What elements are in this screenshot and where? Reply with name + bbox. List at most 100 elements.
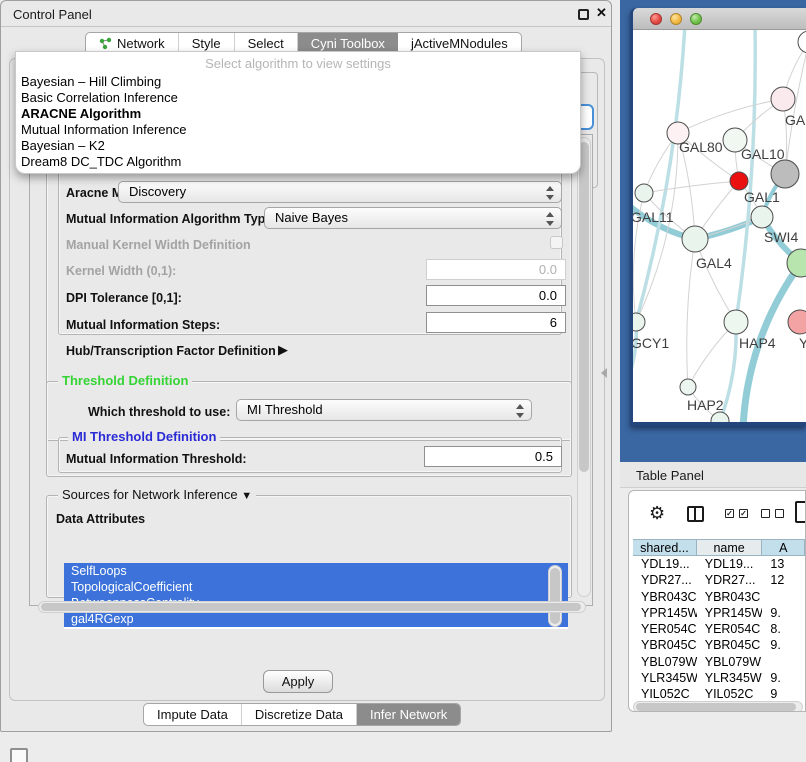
bottom-tab-impute-data[interactable]: Impute Data — [144, 704, 242, 725]
select-all-checkbox-icon[interactable]: ✓ — [739, 509, 748, 518]
select-all-checkbox-icon[interactable]: ✓ — [725, 509, 734, 518]
network-node-grayN[interactable] — [771, 160, 799, 188]
network-node-botN[interactable] — [711, 412, 729, 422]
combo-stepper-icon — [516, 403, 525, 419]
column-header[interactable]: A — [762, 540, 805, 555]
table-body: YDL19...YDL19...13YDR27...YDR27...12YBR0… — [633, 557, 805, 698]
network-edge — [644, 181, 739, 193]
network-view-window[interactable]: GALGAL80GAL10GAL1GAL11SWI4GAL4GCY1HAP4YH… — [630, 8, 806, 426]
algorithm-option[interactable]: Basic Correlation Inference — [16, 90, 580, 106]
deselect-all-checkbox-icon[interactable] — [761, 509, 770, 518]
table-row[interactable]: YBL079WYBL079W — [633, 655, 805, 671]
collapse-arrow-icon[interactable]: ▼ — [241, 490, 252, 502]
algorithm-option[interactable]: Bayesian – K2 — [16, 138, 580, 154]
attribute-list-item[interactable]: SelfLoops — [64, 563, 568, 579]
mi-steps-field[interactable] — [426, 312, 566, 333]
algorithm-option[interactable]: Bayesian – Hill Climbing — [16, 74, 580, 90]
table-cell: YLR345W — [697, 671, 763, 687]
table-cell: YDL19... — [697, 557, 763, 573]
node-label-gal80: GAL80 — [679, 139, 723, 155]
table-cell: YBR043C — [633, 590, 697, 606]
tab-label: jActiveMNodules — [411, 36, 508, 51]
table-row[interactable]: YDR27...YDR27...12 — [633, 573, 805, 589]
zoom-traffic-light-icon[interactable] — [690, 13, 702, 25]
network-node-salmon[interactable] — [788, 310, 806, 334]
column-layout-icon[interactable] — [687, 506, 704, 522]
network-edge — [695, 239, 736, 322]
close-icon[interactable]: ✕ — [596, 5, 607, 21]
deselect-all-checkbox-icon[interactable] — [775, 509, 784, 518]
table-cell: YDR27... — [633, 573, 697, 589]
column-header[interactable]: shared... — [633, 540, 697, 555]
minimized-panel-icon[interactable] — [10, 748, 28, 762]
bottom-tab-discretize-data[interactable]: Discretize Data — [242, 704, 357, 725]
node-label-gal: GAL — [785, 112, 806, 128]
table-row[interactable]: YBR045CYBR045C9. — [633, 638, 805, 654]
network-node-hap4[interactable] — [724, 310, 748, 334]
table-partial-icon[interactable] — [795, 501, 806, 523]
algorithm-option[interactable]: ARACNE Algorithm — [16, 106, 580, 122]
node-label-hap2: HAP2 — [687, 397, 724, 413]
table-cell: YBL079W — [697, 655, 763, 671]
hub-definition-label[interactable]: Hub/Transcription Factor Definition — [66, 344, 276, 358]
tab-label: Network — [117, 36, 165, 51]
table-row[interactable]: YER054CYER054C8. — [633, 622, 805, 638]
table-row[interactable]: YBR043CYBR043C — [633, 590, 805, 606]
manual-kernel-checkbox — [550, 236, 563, 249]
table-horizontal-scrollbar[interactable] — [633, 701, 803, 712]
control-panel-titlebar[interactable]: Control Panel ✕ — [1, 1, 611, 27]
settings-gear-icon[interactable]: ⚙ — [649, 503, 665, 524]
expand-arrow-icon[interactable]: ▶ — [278, 342, 288, 358]
network-edge — [633, 322, 636, 386]
apply-button[interactable]: Apply — [263, 670, 333, 693]
table-row[interactable]: YPR145WYPR145W9. — [633, 606, 805, 622]
table-toolbar: ⚙ ✓ ✓ — [629, 491, 805, 539]
network-node-swi4[interactable] — [751, 206, 773, 228]
sources-title-text: Sources for Network Inference — [62, 487, 238, 502]
node-label-gal1: GAL1 — [744, 189, 780, 205]
attribute-list-scrollbar[interactable] — [548, 565, 562, 627]
table-panel-title: Table Panel — [636, 468, 704, 483]
algorithm-option[interactable]: Mutual Information Inference — [16, 122, 580, 138]
table-cell: YIL052C — [633, 687, 697, 698]
network-node-pinkTop[interactable] — [771, 87, 795, 111]
screen: Control Panel ✕ NetworkStyleSelectCyni T… — [0, 0, 806, 762]
panel-resize-handle[interactable] — [601, 368, 607, 378]
mi-type-combo[interactable]: Naive Bayes — [264, 207, 562, 229]
network-edge — [687, 239, 695, 387]
settings-vertical-scrollbar[interactable] — [577, 137, 591, 597]
algorithm-option[interactable]: Dream8 DC_TDC Algorithm — [16, 154, 580, 170]
network-node-gal4[interactable] — [682, 226, 708, 252]
table-row[interactable]: YIL052CYIL052C9 — [633, 687, 805, 698]
dpi-tolerance-field[interactable] — [426, 285, 566, 306]
close-traffic-light-icon[interactable] — [650, 13, 662, 25]
bottom-tab-infer-network[interactable]: Infer Network — [357, 704, 460, 725]
network-node-gal11[interactable] — [635, 184, 653, 202]
network-node-topNode[interactable] — [798, 31, 806, 53]
sources-title[interactable]: Sources for Network Inference ▼ — [58, 487, 256, 502]
attribute-list-item[interactable]: TopologicalCoefficient — [64, 579, 568, 595]
table-row[interactable]: YDL19...YDL19...13 — [633, 557, 805, 573]
network-window-titlebar[interactable] — [633, 8, 806, 30]
node-label-gcy1: GCY1 — [633, 335, 669, 351]
mi-threshold-label: Mutual Information Threshold: — [66, 452, 247, 466]
node-label-hap4: HAP4 — [739, 335, 776, 351]
mi-threshold-field[interactable] — [424, 446, 562, 467]
table-cell: 8. — [762, 622, 805, 638]
which-threshold-combo[interactable]: MI Threshold — [236, 399, 532, 421]
minimize-traffic-light-icon[interactable] — [670, 13, 682, 25]
network-node-gcy1[interactable] — [633, 313, 645, 331]
float-window-icon[interactable] — [578, 9, 589, 20]
network-canvas[interactable]: GALGAL80GAL10GAL1GAL11SWI4GAL4GCY1HAP4YH… — [633, 30, 806, 422]
network-node-red1[interactable] — [730, 172, 748, 190]
table-cell: YBR043C — [697, 590, 763, 606]
aracne-mode-combo[interactable]: Discovery — [118, 181, 562, 203]
table-row[interactable]: YLR345WYLR345W9. — [633, 671, 805, 687]
column-header[interactable]: name — [697, 540, 763, 555]
table-cell: 9. — [762, 638, 805, 654]
table-panel-header[interactable]: Table Panel — [620, 462, 806, 488]
attribute-list-item[interactable]: gal4RGexp — [64, 611, 568, 627]
network-node-hap2[interactable] — [680, 379, 696, 395]
settings-scrollpane: Cyni Algorithm Settings Algorithm Defini… — [29, 134, 593, 606]
settings-horizontal-scrollbar[interactable] — [38, 601, 586, 613]
